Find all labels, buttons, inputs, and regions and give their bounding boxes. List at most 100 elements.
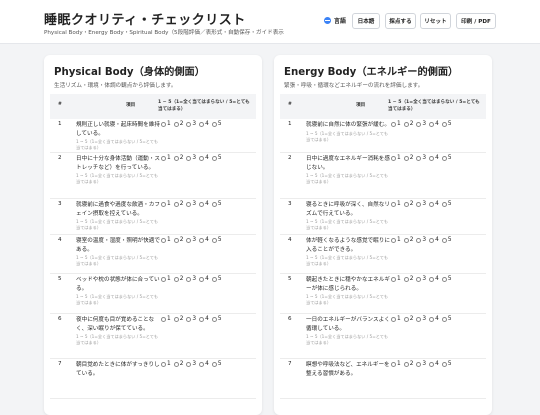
rating-option-4[interactable]: 4 (199, 361, 209, 367)
radio-button[interactable] (173, 201, 179, 207)
rating-option-5[interactable]: 5 (441, 361, 452, 367)
radio-button[interactable] (199, 155, 205, 161)
rating-option-4[interactable]: 4 (429, 237, 439, 243)
radio-button[interactable] (403, 276, 409, 282)
rating-option-3[interactable]: 3 (186, 276, 196, 282)
radio-button[interactable] (403, 361, 409, 367)
radio-button[interactable] (416, 155, 422, 161)
radio-button[interactable] (211, 361, 217, 367)
rating-option-4[interactable]: 4 (429, 121, 439, 127)
rating-option-1[interactable]: 1 (161, 316, 171, 322)
radio-button[interactable] (429, 361, 435, 367)
radio-button[interactable] (161, 237, 166, 243)
radio-button[interactable] (403, 316, 409, 322)
rating-option-5[interactable]: 5 (211, 201, 222, 207)
radio-button[interactable] (211, 316, 217, 322)
radio-button[interactable] (161, 276, 166, 282)
radio-button[interactable] (161, 155, 166, 161)
radio-button[interactable] (429, 237, 435, 243)
print-pdf-button[interactable]: 印刷 / PDF (456, 13, 496, 29)
japanese-button[interactable]: 日本語 (352, 13, 380, 29)
radio-button[interactable] (416, 201, 422, 207)
radio-button[interactable] (416, 316, 422, 322)
radio-button[interactable] (199, 316, 205, 322)
rating-option-3[interactable]: 3 (186, 361, 196, 367)
radio-button[interactable] (391, 121, 396, 127)
radio-button[interactable] (173, 316, 179, 322)
radio-button[interactable] (403, 155, 409, 161)
rating-option-1[interactable]: 1 (391, 121, 401, 127)
radio-button[interactable] (441, 361, 447, 367)
radio-button[interactable] (403, 201, 409, 207)
score-button[interactable]: 採点する (385, 13, 416, 29)
rating-option-4[interactable]: 4 (199, 316, 209, 322)
rating-option-1[interactable]: 1 (161, 237, 171, 243)
rating-option-1[interactable]: 1 (391, 361, 401, 367)
rating-option-2[interactable]: 2 (173, 276, 183, 282)
radio-button[interactable] (186, 155, 192, 161)
rating-option-5[interactable]: 5 (211, 316, 222, 322)
rating-option-5[interactable]: 5 (441, 155, 452, 161)
radio-button[interactable] (416, 361, 422, 367)
radio-button[interactable] (161, 121, 166, 127)
rating-option-5[interactable]: 5 (441, 316, 452, 322)
rating-option-2[interactable]: 2 (403, 276, 413, 282)
rating-option-3[interactable]: 3 (416, 361, 426, 367)
radio-button[interactable] (403, 121, 409, 127)
rating-option-1[interactable]: 1 (391, 201, 401, 207)
rating-option-3[interactable]: 3 (186, 201, 196, 207)
rating-option-3[interactable]: 3 (416, 237, 426, 243)
radio-button[interactable] (199, 276, 205, 282)
rating-option-2[interactable]: 2 (173, 237, 183, 243)
radio-button[interactable] (211, 276, 217, 282)
radio-button[interactable] (391, 276, 396, 282)
radio-button[interactable] (199, 201, 205, 207)
radio-button[interactable] (161, 201, 166, 207)
rating-option-1[interactable]: 1 (391, 155, 401, 161)
rating-option-5[interactable]: 5 (211, 276, 222, 282)
radio-button[interactable] (186, 121, 192, 127)
radio-button[interactable] (441, 121, 447, 127)
radio-button[interactable] (429, 155, 435, 161)
rating-option-3[interactable]: 3 (416, 201, 426, 207)
rating-option-1[interactable]: 1 (161, 201, 171, 207)
radio-button[interactable] (186, 316, 192, 322)
rating-option-2[interactable]: 2 (403, 201, 413, 207)
radio-button[interactable] (186, 237, 192, 243)
rating-option-5[interactable]: 5 (211, 237, 222, 243)
radio-button[interactable] (186, 276, 192, 282)
rating-option-3[interactable]: 3 (416, 316, 426, 322)
rating-option-2[interactable]: 2 (403, 361, 413, 367)
radio-button[interactable] (441, 276, 447, 282)
radio-button[interactable] (161, 316, 166, 322)
rating-option-4[interactable]: 4 (429, 316, 439, 322)
radio-button[interactable] (429, 121, 435, 127)
radio-button[interactable] (429, 276, 435, 282)
rating-option-4[interactable]: 4 (199, 121, 209, 127)
rating-option-4[interactable]: 4 (199, 276, 209, 282)
rating-option-5[interactable]: 5 (441, 237, 452, 243)
rating-option-2[interactable]: 2 (403, 316, 413, 322)
rating-option-3[interactable]: 3 (186, 155, 196, 161)
rating-option-2[interactable]: 2 (173, 121, 183, 127)
radio-button[interactable] (403, 237, 409, 243)
rating-option-1[interactable]: 1 (391, 276, 401, 282)
rating-option-4[interactable]: 4 (199, 201, 209, 207)
radio-button[interactable] (173, 361, 179, 367)
radio-button[interactable] (429, 201, 435, 207)
rating-option-5[interactable]: 5 (211, 361, 222, 367)
rating-option-1[interactable]: 1 (161, 276, 171, 282)
radio-button[interactable] (173, 155, 179, 161)
rating-option-2[interactable]: 2 (173, 155, 183, 161)
rating-option-5[interactable]: 5 (441, 201, 452, 207)
radio-button[interactable] (441, 316, 447, 322)
radio-button[interactable] (199, 237, 205, 243)
radio-button[interactable] (391, 316, 396, 322)
radio-button[interactable] (416, 121, 422, 127)
rating-option-5[interactable]: 5 (211, 121, 222, 127)
rating-option-4[interactable]: 4 (199, 237, 209, 243)
rating-option-2[interactable]: 2 (403, 237, 413, 243)
rating-option-2[interactable]: 2 (403, 155, 413, 161)
radio-button[interactable] (199, 121, 205, 127)
rating-option-4[interactable]: 4 (429, 361, 439, 367)
